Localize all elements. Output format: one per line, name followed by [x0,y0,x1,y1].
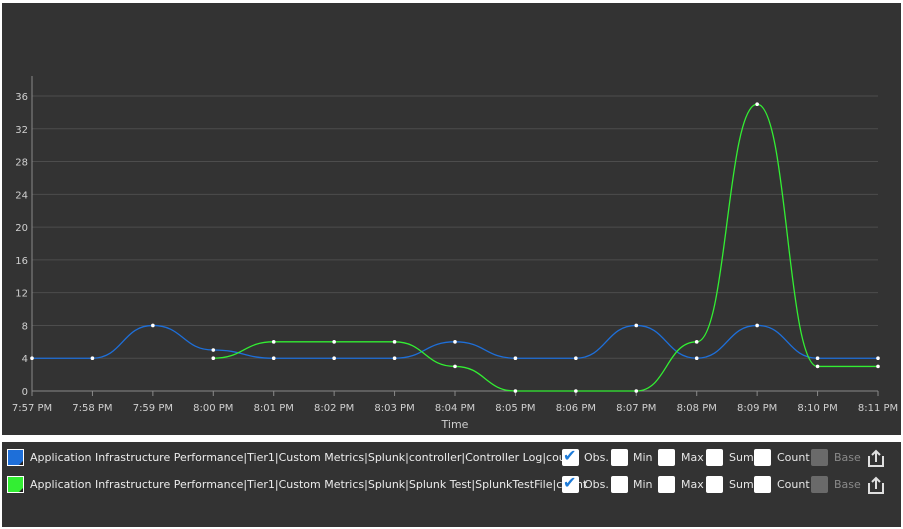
x-tick-label: 8:03 PM [374,403,414,414]
export-icon[interactable] [866,475,886,495]
max-label: Max [681,478,704,491]
x-tick-label: 8:09 PM [737,403,777,414]
x-tick-label: 8:07 PM [616,403,656,414]
data-point [392,340,397,344]
max-checkbox[interactable] [658,449,675,466]
series-name: Application Infrastructure Performance|T… [30,451,578,464]
base-checkbox [811,476,828,493]
count-label: Count [777,478,810,491]
y-tick-label: 28 [15,158,28,169]
x-tick-label: 8:01 PM [254,403,294,414]
x-tick-label: 8:02 PM [314,403,354,414]
legend-row-controller-log: Application Infrastructure Performance|T… [2,446,901,469]
x-tick-label: 8:06 PM [556,403,596,414]
export-icon[interactable] [866,448,886,468]
y-tick-label: 0 [22,387,28,398]
sum-checkbox[interactable] [706,476,723,493]
base-label: Base [834,451,861,464]
sum-label: Sum [729,451,754,464]
data-point [392,356,397,361]
series-color-swatch[interactable] [7,449,24,466]
data-point [634,389,639,393]
legend-row-splunk-test: Application Infrastructure Performance|T… [2,473,901,496]
data-point [453,364,457,369]
x-tick-label: 7:57 PM [12,403,52,414]
data-point [453,340,457,344]
x-tick-label: 8:10 PM [797,403,837,414]
y-tick-label: 24 [15,190,28,201]
min-label: Min [633,451,653,464]
data-point [211,348,216,352]
y-tick-label: 8 [22,321,28,332]
data-point [574,356,578,361]
data-point [271,356,276,361]
x-tick-label: 8:11 PM [858,403,898,414]
y-tick-label: 36 [15,92,28,103]
data-point [332,340,336,344]
obs-checkbox[interactable]: ✔ [562,446,579,466]
series-color-swatch[interactable] [7,476,24,493]
min-checkbox[interactable] [611,449,628,466]
data-point [815,356,820,361]
data-point [513,356,518,361]
y-tick-label: 20 [15,223,28,234]
x-tick-label: 8:08 PM [677,403,717,414]
y-tick-label: 4 [22,354,28,365]
data-point [694,356,699,361]
data-point [513,389,518,393]
data-point [755,323,759,328]
y-tick-label: 32 [15,125,28,136]
y-tick-label: 12 [15,289,28,300]
data-point [876,356,880,361]
data-point [90,356,95,361]
line-chart: 0 4 8 12 16 20 24 28 32 36 7:57 PM 7:58 PM 7:59 PM 8:… [12,76,898,431]
obs-label: Obs. [584,451,609,464]
data-point [876,364,880,369]
min-checkbox[interactable] [611,476,628,493]
data-point [332,356,336,361]
max-checkbox[interactable] [658,476,675,493]
checkmark-icon: ✔ [563,473,577,492]
x-tick-label: 8:05 PM [495,403,535,414]
checkmark-icon: ✔ [563,446,577,465]
x-axis-label: Time [441,418,469,431]
obs-checkbox[interactable]: ✔ [562,473,579,493]
data-point [30,356,34,361]
count-checkbox[interactable] [754,476,771,493]
obs-label: Obs. [584,478,609,491]
chart-panel: 0 4 8 12 16 20 24 28 32 36 7:57 PM 7:58 PM 7:59 PM 8:… [2,3,901,435]
data-point [271,340,276,344]
base-checkbox [811,449,828,466]
count-label: Count [777,451,810,464]
base-label: Base [834,478,861,491]
min-label: Min [633,478,653,491]
series-line-1 [213,103,878,392]
sum-label: Sum [729,478,754,491]
sum-checkbox[interactable] [706,449,723,466]
data-point [694,340,699,344]
series-name: Application Infrastructure Performance|T… [30,478,588,491]
x-tick-label: 8:00 PM [193,403,233,414]
data-point [574,389,578,393]
data-point [151,323,155,328]
data-point [755,102,759,106]
y-tick-label: 16 [15,256,28,267]
data-point [815,364,820,369]
x-tick-label: 8:04 PM [435,403,475,414]
x-tick-label: 7:58 PM [72,403,112,414]
count-checkbox[interactable] [754,449,771,466]
x-tick-label: 7:59 PM [133,403,173,414]
legend-panel: Application Infrastructure Performance|T… [2,442,901,527]
data-point [211,356,216,361]
max-label: Max [681,451,704,464]
data-point [634,323,639,328]
